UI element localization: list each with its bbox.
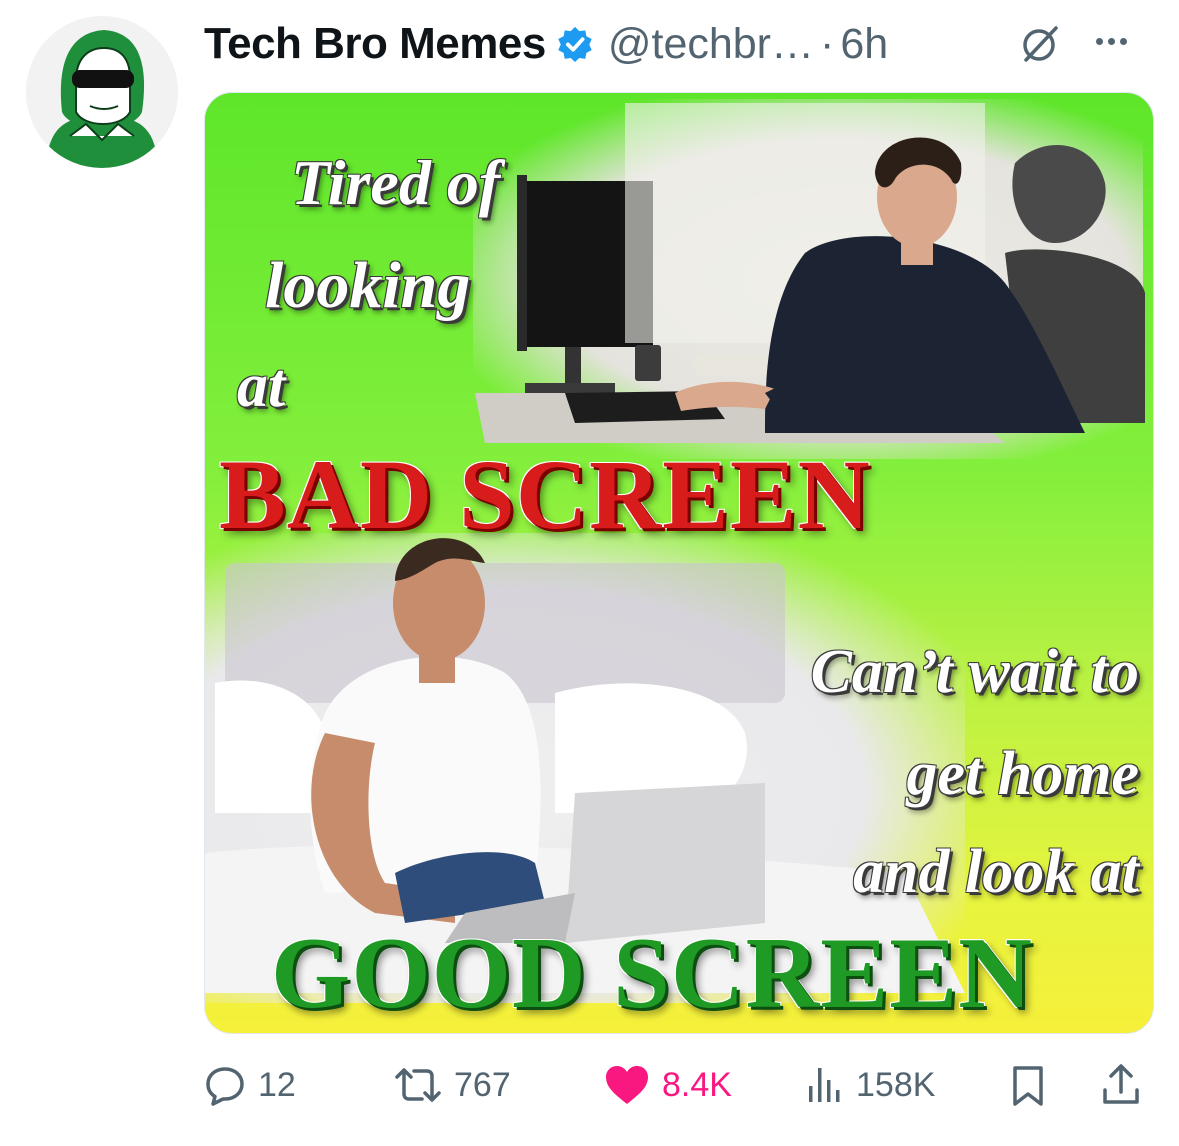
author-name[interactable]: Tech Bro Memes [204,19,546,69]
meme-line-cant-wait: Can’t wait to [810,638,1139,706]
views-button[interactable]: 158K [804,1064,935,1106]
avatar[interactable] [26,16,178,168]
like-button[interactable]: 8.4K [604,1064,732,1106]
action-bar: 12 767 8.4K 158K [0,1058,1179,1118]
grok-icon[interactable] [1018,22,1062,66]
more-options-icon[interactable] [1096,38,1127,45]
views-bar-chart-icon [809,1068,840,1102]
reply-button[interactable]: 12 [204,1064,296,1106]
share-button[interactable] [1100,1062,1142,1108]
bad-screen-text: BAD SCREEN [219,439,871,550]
reply-icon [206,1067,244,1106]
heart-icon [606,1066,648,1104]
post-image[interactable]: Tired of looking at BAD SCREEN Can’t wai… [204,92,1154,1034]
post-time[interactable]: 6h [840,20,888,69]
meme-line-tired-of: Tired of [291,147,501,218]
meme-line-get-home: get home [906,740,1139,808]
share-icon [1103,1064,1139,1104]
author-handle[interactable]: @techbr… [608,20,814,69]
repost-icon [395,1068,441,1102]
separator-dot: · [820,19,835,68]
post-header: Tech Bro Memes @techbr… · 6h [204,16,888,72]
views-count: 158K [856,1065,936,1104]
bookmark-icon [1013,1066,1043,1106]
repost-count: 767 [454,1065,511,1104]
bookmark-button[interactable] [1010,1064,1046,1108]
meme-line-look-at: and look at [853,838,1139,906]
hooded-figure-icon [26,16,178,168]
reply-count: 12 [258,1065,296,1104]
like-count: 8.4K [662,1065,732,1104]
meme-line-looking: looking [265,249,471,322]
verified-badge-icon[interactable] [556,25,594,63]
good-screen-text: GOOD SCREEN [271,917,1033,1030]
repost-button[interactable]: 767 [394,1064,511,1106]
meme-line-at: at [237,352,286,420]
